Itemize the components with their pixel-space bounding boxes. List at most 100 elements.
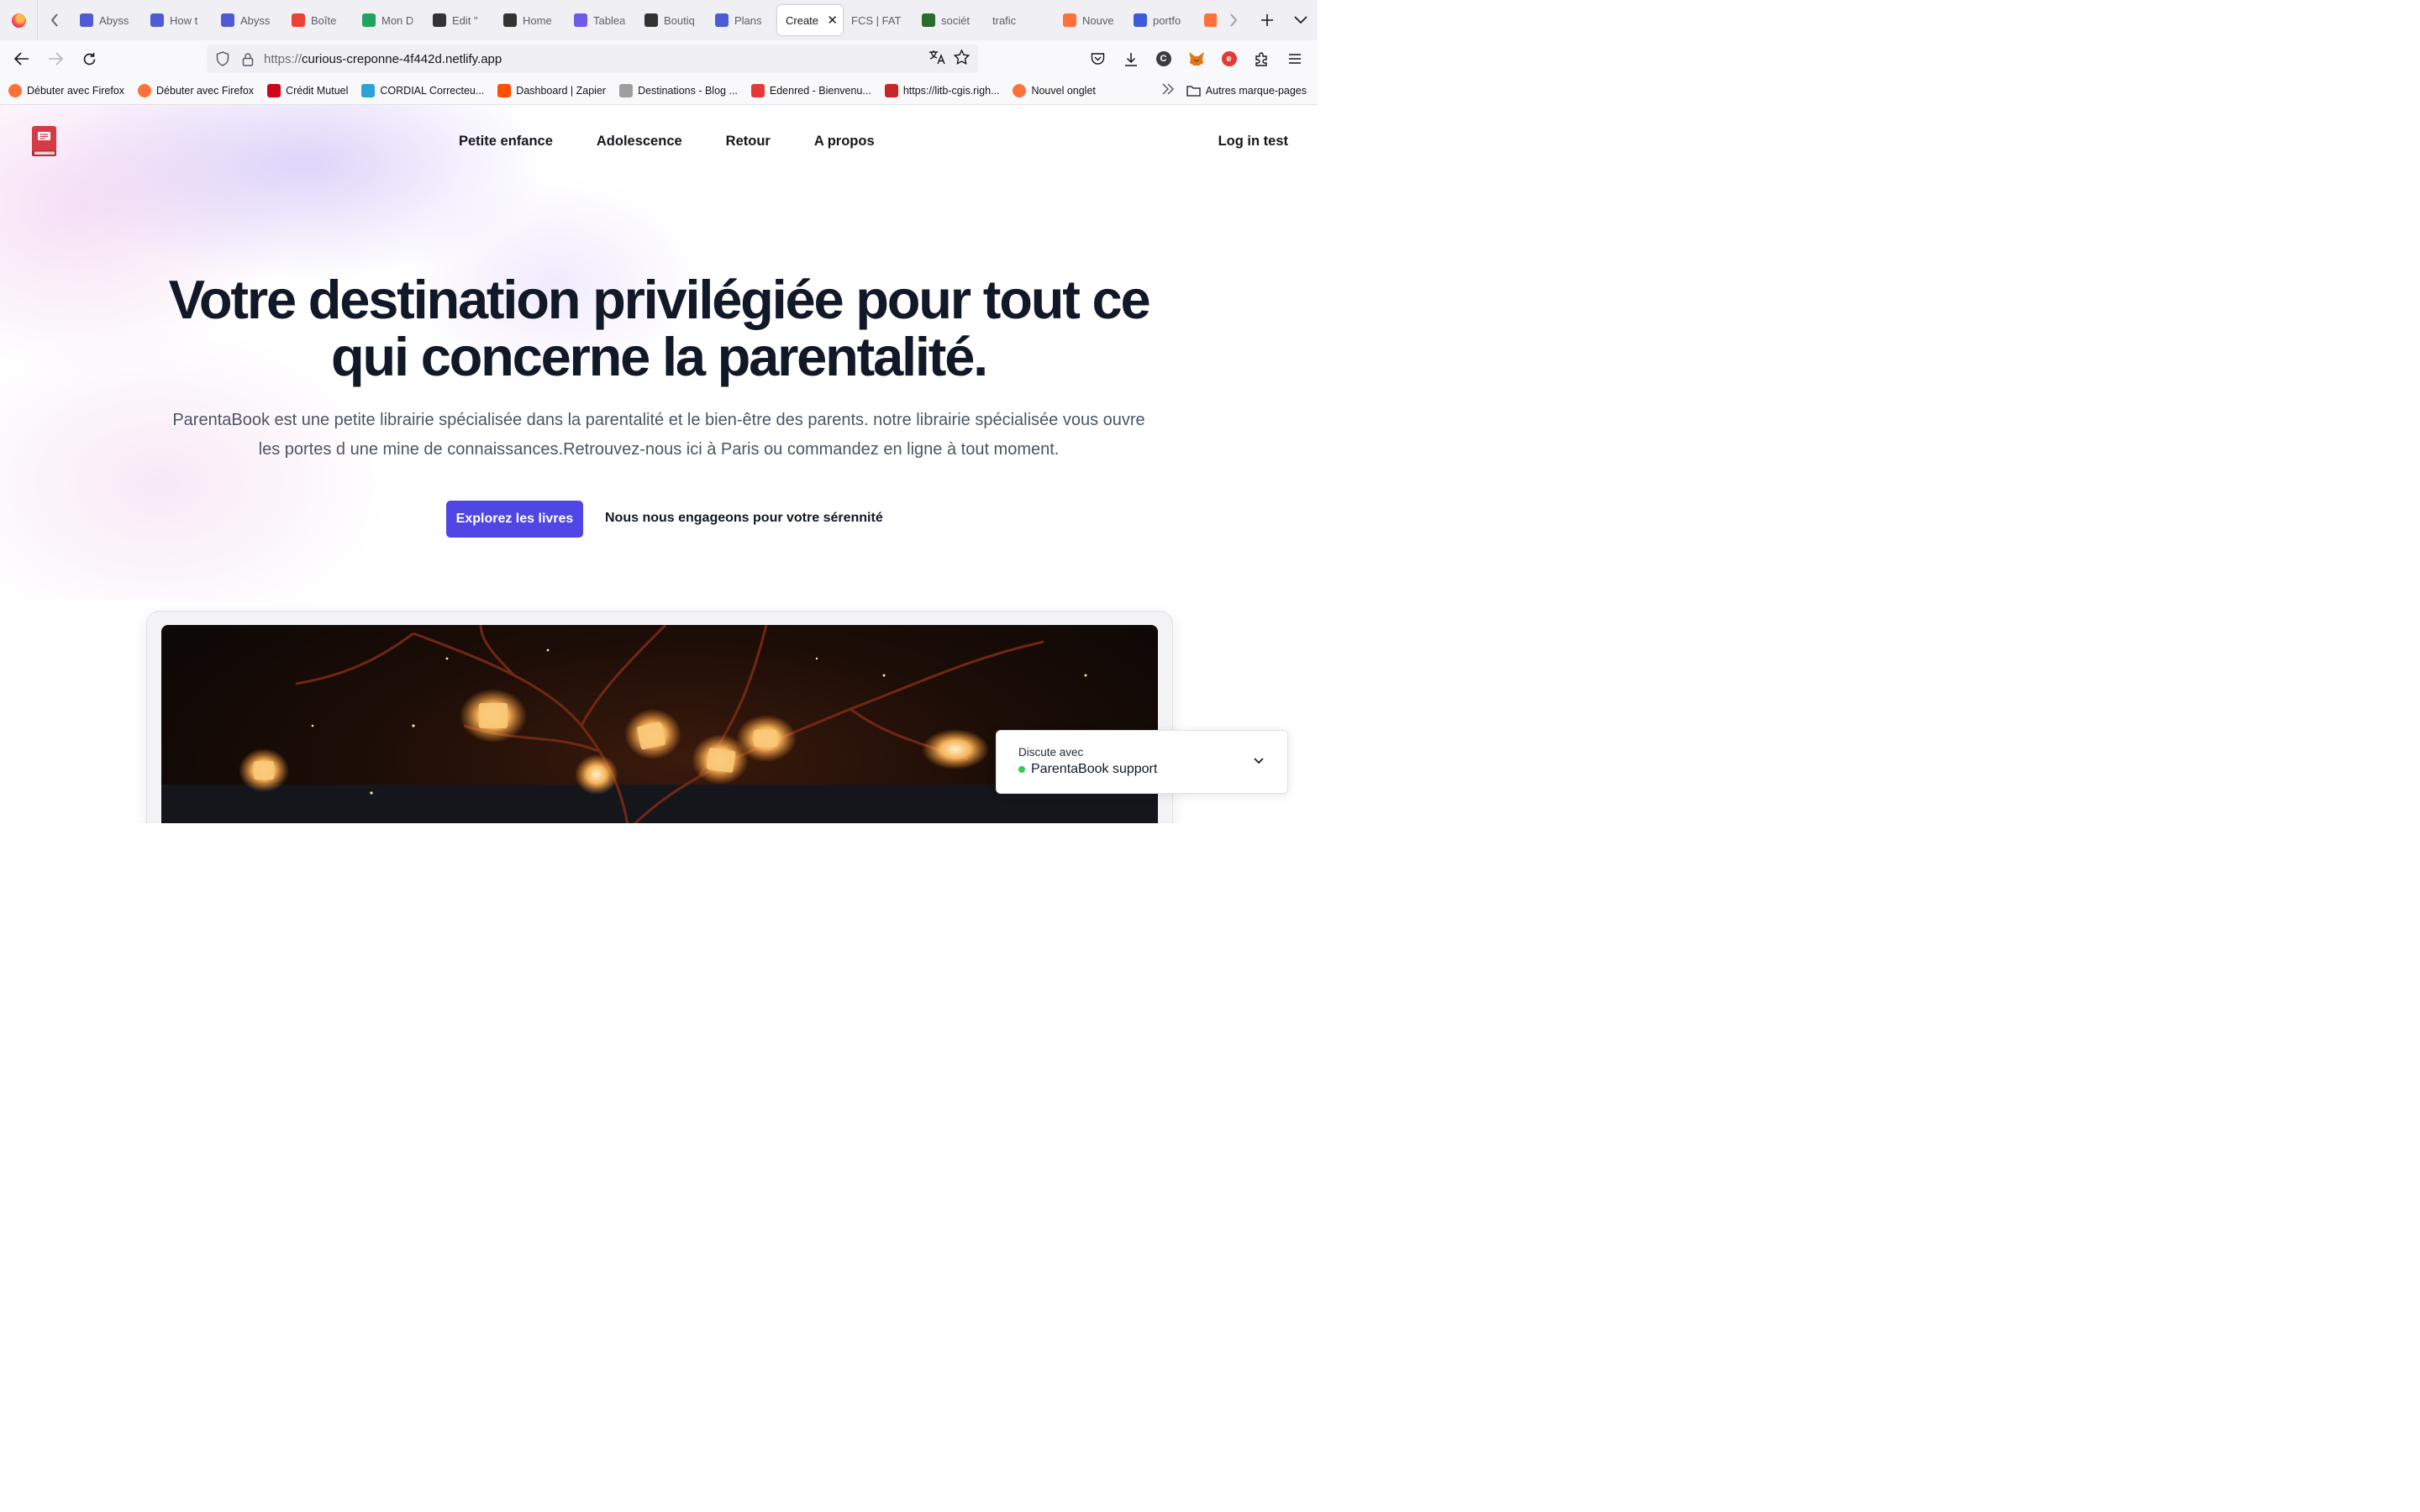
chevron-down-icon xyxy=(1254,758,1264,764)
hero-description: ParentaBook est une petite librairie spé… xyxy=(172,411,1145,459)
metamask-button[interactable] xyxy=(1180,42,1213,76)
bookmark-label: Destinations - Blog ... xyxy=(638,85,738,97)
bookmark-label: CORDIAL Correcteu... xyxy=(380,85,485,97)
browser-tab[interactable]: sociét xyxy=(913,5,984,35)
tab-label: sociét xyxy=(941,13,970,27)
list-all-tabs-button[interactable] xyxy=(1284,0,1318,40)
back-button[interactable] xyxy=(5,42,39,76)
tab-label: Nouve xyxy=(1082,13,1114,27)
bookmark-label: https://litb-cgis.righ... xyxy=(902,85,1000,97)
bookmark-item[interactable]: Crédit Mutuel xyxy=(259,84,353,97)
extension-c-button[interactable]: C xyxy=(1147,42,1180,76)
nav-link-adolescence[interactable]: Adolescence xyxy=(597,134,682,150)
translate-icon[interactable] xyxy=(929,50,945,69)
bookmark-label: Débuter avec Firefox xyxy=(156,85,255,97)
browser-tab[interactable]: Abyss xyxy=(213,5,283,35)
edenred-icon xyxy=(750,84,765,97)
firefox-view-button[interactable] xyxy=(0,0,38,40)
bookmark-item[interactable]: Edenred - Bienvenu... xyxy=(743,84,876,97)
downloads-button[interactable] xyxy=(1114,42,1147,76)
plus-icon xyxy=(1261,14,1273,26)
firefox-icon xyxy=(1204,13,1217,27)
app-menu-button[interactable] xyxy=(1278,42,1311,76)
abyss-icon xyxy=(150,13,164,27)
destinations-icon xyxy=(619,84,634,97)
tab-scroll-left-button[interactable] xyxy=(38,0,71,40)
browser-tab[interactable]: How t xyxy=(142,5,213,35)
tab-label: Boutiq xyxy=(664,13,695,27)
bookmark-label: Nouvel onglet xyxy=(1031,85,1096,97)
chat-agent-name: ParentaBook support xyxy=(1031,762,1158,776)
book-logo-icon[interactable] xyxy=(31,125,57,157)
tracking-protection-icon[interactable] xyxy=(210,51,235,66)
browser-tab[interactable]: Nouve xyxy=(1055,5,1125,35)
tab-scroll-right-button[interactable] xyxy=(1217,0,1250,40)
tab-label: Home xyxy=(523,13,552,27)
commitment-link[interactable]: Nous nous engageons pour votre sérennité xyxy=(605,511,883,526)
bookmark-item[interactable]: Dashboard | Zapier xyxy=(489,84,611,97)
reload-icon xyxy=(83,52,95,65)
browser-tab[interactable]: Create ✕ xyxy=(777,5,843,35)
firefox-icon xyxy=(1013,84,1027,97)
new-tab-button[interactable] xyxy=(1250,0,1284,40)
bookmark-item[interactable]: https://litb-cgis.righ... xyxy=(876,84,1005,97)
browser-tab[interactable]: Tablea xyxy=(566,5,636,35)
c-extension-icon: C xyxy=(1155,51,1171,66)
tab-label: portfo xyxy=(1153,13,1181,27)
forward-button[interactable] xyxy=(39,42,72,76)
browser-tab[interactable]: Nouve xyxy=(1196,5,1217,35)
reload-button[interactable] xyxy=(72,42,106,76)
bookmark-item[interactable]: Débuter avec Firefox xyxy=(0,84,129,97)
tab-label: How t xyxy=(170,13,198,27)
browser-tab[interactable]: Boutiq xyxy=(636,5,707,35)
folder-icon xyxy=(1186,86,1201,97)
browser-tab[interactable]: Abyss xyxy=(71,5,142,35)
extensions-button[interactable] xyxy=(1245,42,1278,76)
chat-expand-button[interactable] xyxy=(1250,753,1267,769)
tab-label: Tablea xyxy=(593,13,626,27)
support-chat-widget[interactable]: Discute avec ParentaBook support xyxy=(996,730,1288,794)
arrow-right-icon xyxy=(49,52,63,66)
navigation-toolbar: https://curious-creponne-4f442d.netlify.… xyxy=(0,40,1318,77)
browser-tab[interactable]: Plans xyxy=(707,5,777,35)
tab-label: Mon D xyxy=(381,13,414,27)
bookmark-item[interactable]: Destinations - Blog ... xyxy=(611,84,743,97)
pocket-button[interactable] xyxy=(1081,42,1114,76)
browser-tab[interactable]: Boîte xyxy=(283,5,354,35)
bookmark-star-icon[interactable] xyxy=(953,48,971,69)
zapier-icon xyxy=(497,84,512,97)
bookmarks-overflow-chevron-icon[interactable] xyxy=(1161,82,1175,99)
browser-tab[interactable]: FCS | FAT xyxy=(843,5,913,35)
url-host: curious-creponne-4f442d.netlify.app xyxy=(302,51,502,66)
browser-tab[interactable]: trafic xyxy=(984,5,1055,35)
bookmark-label: Dashboard | Zapier xyxy=(516,85,607,97)
bookmark-item[interactable]: Débuter avec Firefox xyxy=(129,84,259,97)
tab-label: Abyss xyxy=(240,13,271,27)
browser-tab[interactable]: Edit " xyxy=(424,5,495,35)
url-text[interactable]: https://curious-creponne-4f442d.netlify.… xyxy=(264,52,929,66)
browser-tab[interactable]: portfo xyxy=(1125,5,1196,35)
web-page: Petite enfance Adolescence Retour A prop… xyxy=(0,105,1318,823)
bookmark-item[interactable]: CORDIAL Correcteu... xyxy=(353,84,489,97)
hamburger-icon xyxy=(1288,54,1301,64)
browser-tab[interactable]: Home xyxy=(495,5,566,35)
nav-link-petite-enfance[interactable]: Petite enfance xyxy=(459,134,553,150)
credit-mutuel-icon xyxy=(267,84,281,97)
nav-link-retour[interactable]: Retour xyxy=(726,134,771,150)
url-scheme: https:// xyxy=(264,51,302,66)
browser-tab[interactable]: Mon D xyxy=(354,5,424,35)
tab-label: FCS | FAT xyxy=(851,13,902,27)
extension-e-button[interactable]: e xyxy=(1213,42,1245,76)
login-link[interactable]: Log in test xyxy=(1218,134,1288,150)
close-tab-icon[interactable]: ✕ xyxy=(827,13,838,28)
nav-link-a-propos[interactable]: A propos xyxy=(814,134,875,150)
url-bar[interactable]: https://curious-creponne-4f442d.netlify.… xyxy=(207,45,978,73)
bookmark-item[interactable]: Nouvel onglet xyxy=(1004,84,1100,97)
tab-label: Abyss xyxy=(99,13,129,27)
tab-label: Create xyxy=(786,13,819,27)
bookmark-label: Edenred - Bienvenu... xyxy=(769,85,871,97)
lock-icon[interactable] xyxy=(235,52,260,66)
bookmark-label: Débuter avec Firefox xyxy=(27,85,125,97)
explore-books-button[interactable]: Explorez les livres xyxy=(446,501,583,538)
other-bookmarks-folder[interactable]: Autres marque-pages xyxy=(1186,85,1307,97)
